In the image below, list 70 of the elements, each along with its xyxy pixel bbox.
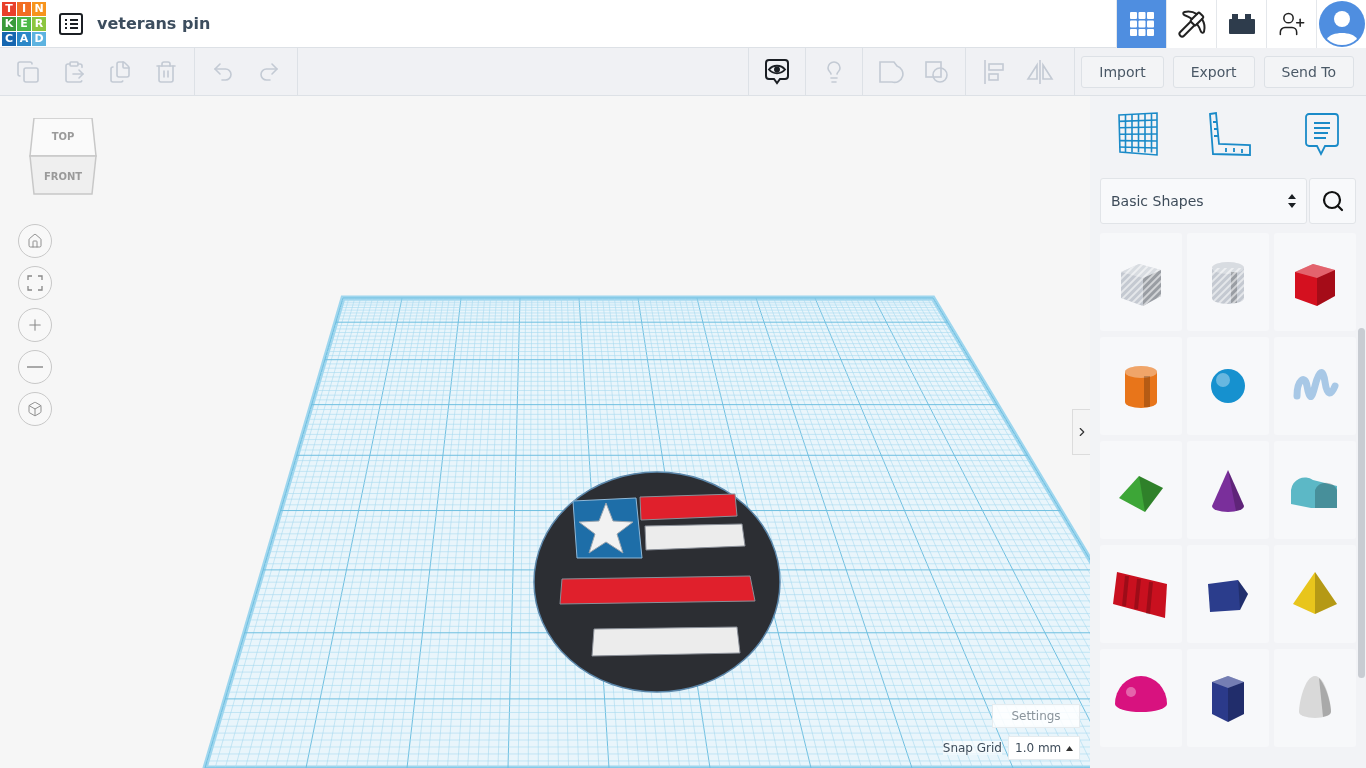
scrollbar[interactable] [1358, 328, 1365, 678]
cube-face-label: TOP [51, 131, 75, 142]
list-icon[interactable] [59, 12, 83, 35]
pickaxe-nav-button[interactable] [1166, 0, 1216, 48]
brick-icon [1227, 12, 1256, 35]
shape-tile[interactable] [1187, 441, 1269, 539]
group-icon [878, 58, 905, 85]
shape-tile[interactable] [1274, 441, 1356, 539]
shape-tile[interactable] [1274, 337, 1356, 435]
logo-letter: R [32, 16, 46, 31]
zoom-in-icon [26, 316, 44, 334]
home-icon [27, 233, 43, 249]
shape-tile[interactable] [1274, 545, 1356, 643]
shape-tile[interactable] [1274, 233, 1356, 331]
logo-letter: D [32, 31, 46, 46]
cube-icon [27, 401, 43, 417]
logo-letter: K [2, 16, 16, 31]
logo-letter: T [2, 1, 16, 16]
shape-tile[interactable] [1100, 441, 1182, 539]
search-icon [1320, 189, 1345, 213]
logo-letter: N [32, 1, 46, 16]
paste-icon [62, 59, 86, 84]
trash-icon [154, 59, 178, 84]
duplicate-icon [108, 59, 132, 84]
ortho-view-button[interactable] [18, 392, 52, 426]
library-value: Basic Shapes [1111, 193, 1204, 209]
action-button[interactable]: Export [1172, 55, 1255, 88]
snap-grid-label: Snap Grid [942, 741, 1002, 755]
shape-tile[interactable] [1100, 649, 1182, 747]
note-icon [1304, 112, 1340, 156]
shape-tile[interactable] [1187, 337, 1269, 435]
logo-letter: E [17, 16, 31, 31]
library-select[interactable]: Basic Shapes [1100, 178, 1307, 224]
shape-tile[interactable] [1187, 545, 1269, 643]
snap-grid-select[interactable]: 1.0 mm [1008, 736, 1080, 760]
logo-letter: I [17, 1, 31, 16]
mirror-icon [1026, 58, 1055, 85]
ruler-icon [1208, 112, 1252, 156]
collapse-panel-button[interactable] [1072, 409, 1090, 455]
updown-caret-icon [1288, 194, 1296, 208]
invite-nav-button[interactable] [1266, 0, 1316, 48]
logo-letter: A [17, 31, 31, 46]
align-icon [982, 58, 1007, 85]
cube-face-label: FRONT [43, 171, 83, 182]
shape-tile[interactable] [1274, 649, 1356, 747]
copy-icon [16, 59, 40, 84]
caret-icon [1066, 745, 1073, 751]
shape-tile[interactable] [1187, 649, 1269, 747]
action-button[interactable]: Import [1081, 55, 1164, 88]
fit-view-button[interactable] [18, 266, 52, 300]
grid-icon [1128, 10, 1155, 37]
logo-letter: C [2, 31, 16, 46]
shape-tile[interactable] [1100, 337, 1182, 435]
shape-tile[interactable] [1100, 545, 1182, 643]
home-view-button[interactable] [18, 224, 52, 258]
zoom-in-view-button[interactable] [18, 308, 52, 342]
shape-tile[interactable] [1187, 233, 1269, 331]
zoom-out-view-button[interactable] [18, 350, 52, 384]
fit-view-icon [27, 275, 43, 291]
avatar-icon [1318, 0, 1365, 47]
search-button[interactable] [1309, 178, 1356, 224]
pickaxe-icon [1176, 8, 1207, 39]
shape-tile[interactable] [1100, 233, 1182, 331]
workplane-icon [1117, 112, 1159, 156]
logo[interactable]: T I N K E R C A D [2, 1, 46, 46]
action-button[interactable]: Send To [1263, 55, 1354, 88]
ungroup-icon [924, 58, 951, 85]
eye-bubble-icon [764, 57, 791, 86]
design-title[interactable]: veterans pin [97, 14, 211, 33]
bricks-nav-button[interactable] [1216, 0, 1266, 48]
